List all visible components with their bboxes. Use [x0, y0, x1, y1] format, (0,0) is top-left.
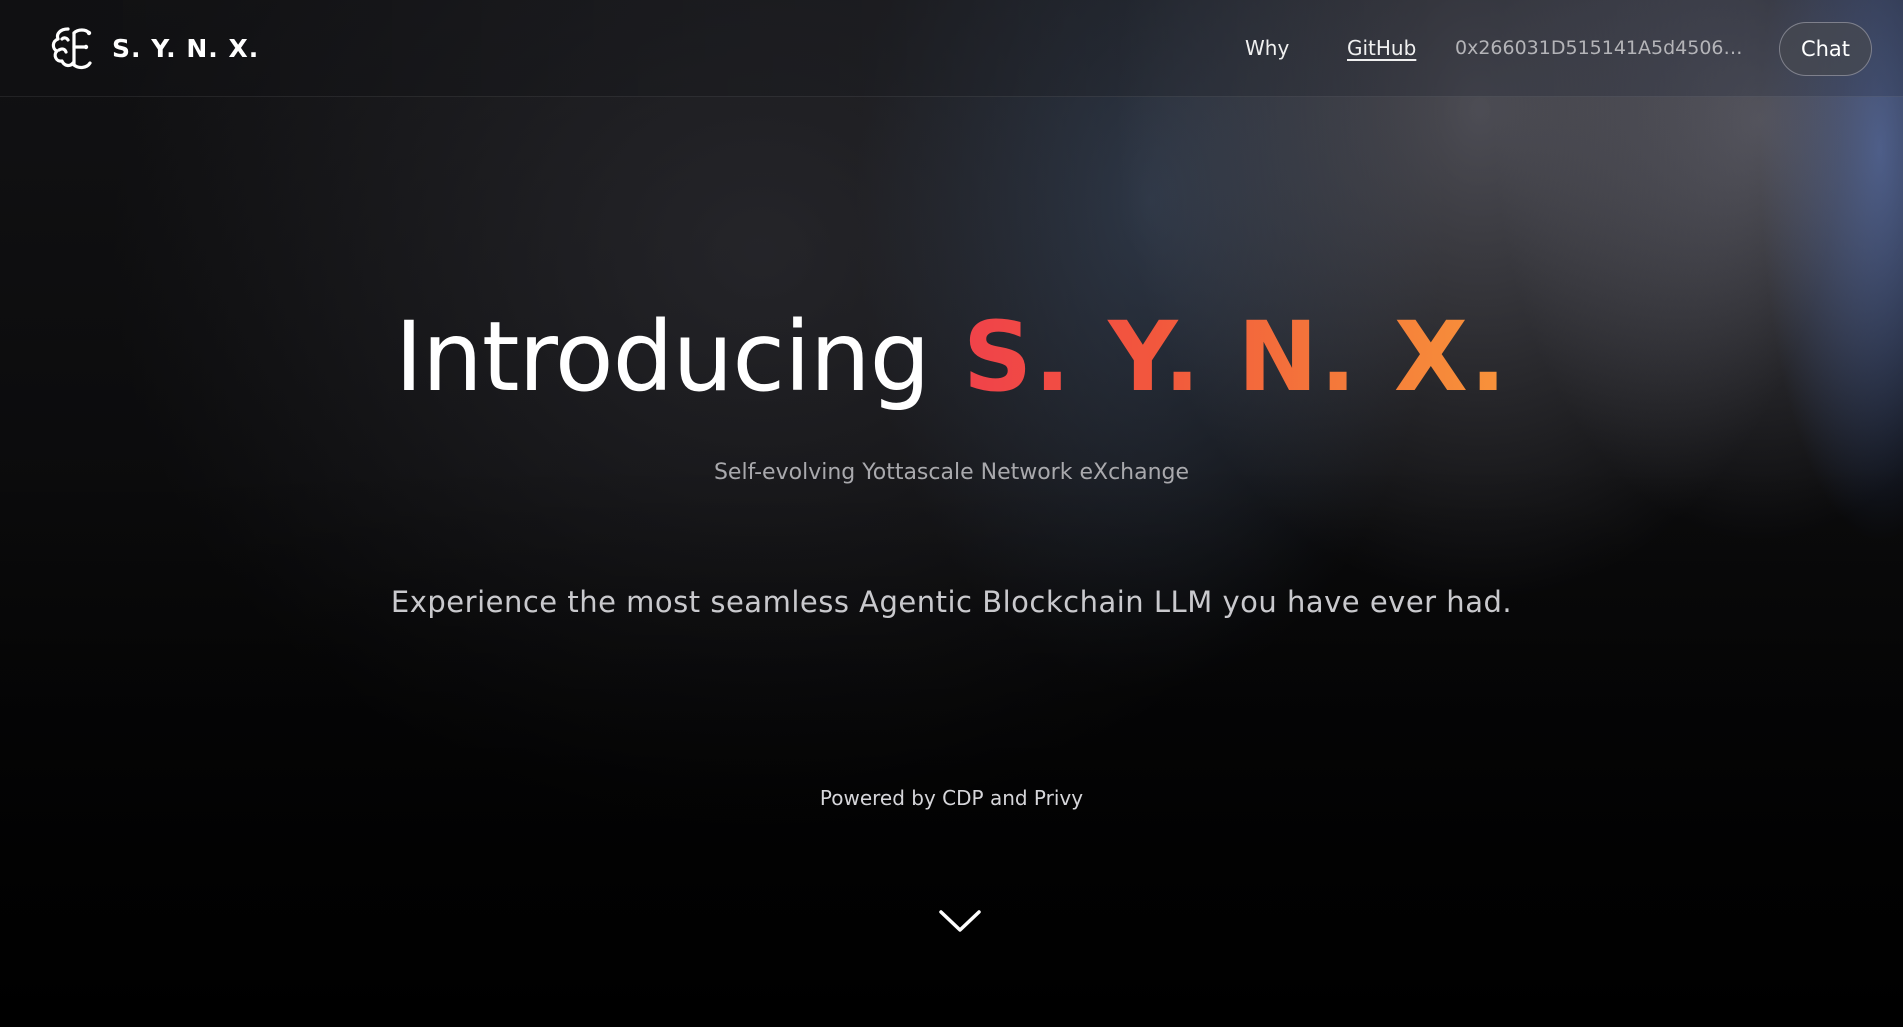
chevron-down-icon[interactable]	[937, 906, 983, 936]
hero-tagline: Experience the most seamless Agentic Blo…	[390, 585, 1513, 619]
wallet-address[interactable]: 0x266031D515141A5d4506c1...	[1455, 37, 1749, 59]
hero-subtitle: Self-evolving Yottascale Network eXchang…	[713, 460, 1190, 485]
hero-title-prefix: Introducing	[394, 301, 931, 413]
top-navbar: S. Y. N. X. Why GitHub 0x266031D515141A5…	[0, 0, 1903, 97]
hero-title: Introducing S. Y. N. X.	[0, 304, 1903, 411]
brain-icon	[48, 23, 98, 73]
nav-link-why[interactable]: Why	[1245, 36, 1289, 60]
background-fade	[0, 0, 1903, 1027]
hero-title-brand: S. Y. N. X.	[963, 301, 1509, 413]
chat-button[interactable]: Chat	[1779, 22, 1872, 76]
brand-name: S. Y. N. X.	[112, 33, 260, 63]
brand-link[interactable]: S. Y. N. X.	[48, 23, 259, 73]
nav-link-github[interactable]: GitHub	[1347, 36, 1416, 60]
powered-by-text: Powered by CDP and Privy	[819, 786, 1084, 810]
